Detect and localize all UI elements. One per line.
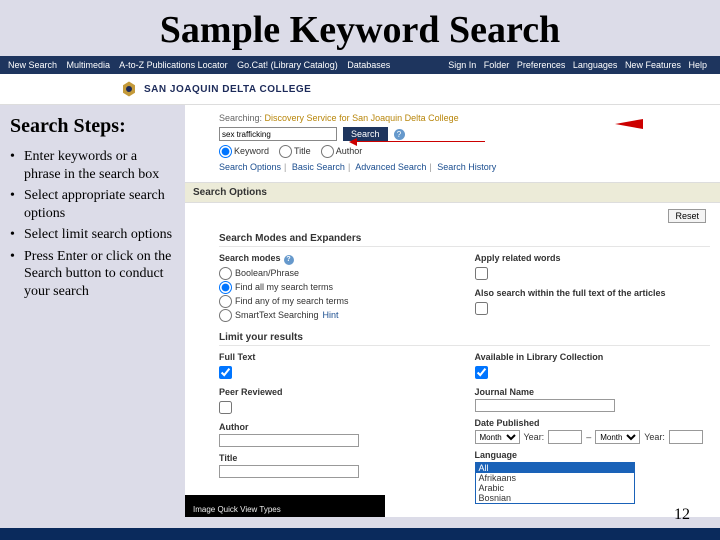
available-checkbox[interactable] xyxy=(475,366,488,379)
hint-link[interactable]: Hint xyxy=(323,310,339,320)
mode-findany[interactable]: Find any of my search terms xyxy=(219,295,455,308)
field-keyword[interactable]: Keyword xyxy=(219,145,269,158)
author-label: Author xyxy=(219,422,455,432)
mode-smarttext[interactable]: SmartText SearchingHint xyxy=(219,309,455,322)
also-fulltext-label: Also search within the full text of the … xyxy=(475,288,711,298)
slide-title: Sample Keyword Search xyxy=(0,0,720,56)
date-from-month[interactable]: Month xyxy=(475,430,520,444)
nav-help[interactable]: Help xyxy=(688,60,707,70)
nav-gocat[interactable]: Go.Cat! (Library Catalog) xyxy=(237,60,338,70)
journal-label: Journal Name xyxy=(475,387,711,397)
title-label: Title xyxy=(219,453,455,463)
lang-arabic: Arabic xyxy=(476,483,634,493)
year-label-2: Year: xyxy=(644,432,665,442)
also-fulltext-checkbox[interactable] xyxy=(475,302,488,315)
top-nav: New Search Multimedia A-to-Z Publication… xyxy=(0,56,720,74)
nav-az-locator[interactable]: A-to-Z Publications Locator xyxy=(119,60,228,70)
author-input[interactable] xyxy=(219,434,359,447)
college-logo-icon xyxy=(120,80,138,98)
available-label: Available in Library Collection xyxy=(475,352,711,362)
field-author[interactable]: Author xyxy=(321,145,363,158)
nav-databases[interactable]: Databases xyxy=(347,60,390,70)
searching-label: Searching: xyxy=(219,113,262,123)
nav-new-search[interactable]: New Search xyxy=(8,60,57,70)
step-3: •Select limit search options xyxy=(10,226,173,244)
lang-bosnian: Bosnian xyxy=(476,493,634,503)
language-label: Language xyxy=(475,450,711,460)
search-options-header: Search Options xyxy=(185,182,720,203)
annotation-arrow-search-icon xyxy=(615,119,643,129)
fulltext-label: Full Text xyxy=(219,352,455,362)
step-1: •Enter keywords or a phrase in the searc… xyxy=(10,148,173,183)
date-to-month[interactable]: Month xyxy=(595,430,640,444)
mode-findall[interactable]: Find all my search terms xyxy=(219,281,455,294)
peer-checkbox[interactable] xyxy=(219,401,232,414)
date-dash: – xyxy=(586,432,591,442)
reset-button[interactable]: Reset xyxy=(668,209,706,223)
date-to-year[interactable] xyxy=(669,430,703,444)
lang-all: All xyxy=(476,463,634,473)
info-icon[interactable]: ? xyxy=(284,255,294,265)
searching-service: Discovery Service for San Joaquin Delta … xyxy=(265,113,459,123)
footer-caption-bar: Image Quick View Types xyxy=(185,495,385,517)
nav-multimedia[interactable]: Multimedia xyxy=(67,60,111,70)
apply-related-checkbox[interactable] xyxy=(475,267,488,280)
datepub-label: Date Published xyxy=(475,418,711,428)
link-basic-search[interactable]: Basic Search xyxy=(292,162,345,172)
mode-boolean[interactable]: Boolean/Phrase xyxy=(219,267,455,280)
peer-label: Peer Reviewed xyxy=(219,387,455,397)
nav-newfeatures[interactable]: New Features xyxy=(625,60,681,70)
annotation-arrow-keyword-icon xyxy=(355,141,485,142)
sidebar-heading: Search Steps: xyxy=(10,115,173,138)
nav-preferences[interactable]: Preferences xyxy=(517,60,566,70)
fulltext-checkbox[interactable] xyxy=(219,366,232,379)
college-name: SAN JOAQUIN DELTA COLLEGE xyxy=(144,84,311,95)
sidebar: Search Steps: •Enter keywords or a phras… xyxy=(0,105,185,517)
step-2: •Select appropriate search options xyxy=(10,187,173,222)
limit-header: Limit your results xyxy=(219,328,710,346)
year-label-1: Year: xyxy=(524,432,545,442)
apply-related-label: Apply related words xyxy=(475,253,711,263)
search-input[interactable] xyxy=(219,127,337,141)
link-advanced-search[interactable]: Advanced Search xyxy=(355,162,426,172)
date-from-year[interactable] xyxy=(548,430,582,444)
journal-input[interactable] xyxy=(475,399,615,412)
nav-folder[interactable]: Folder xyxy=(484,60,510,70)
nav-languages[interactable]: Languages xyxy=(573,60,618,70)
link-search-history[interactable]: Search History xyxy=(437,162,496,172)
language-select[interactable]: All Afrikaans Arabic Bosnian xyxy=(475,462,635,504)
lang-afrikaans: Afrikaans xyxy=(476,473,634,483)
college-bar: SAN JOAQUIN DELTA COLLEGE xyxy=(0,74,720,105)
page-number: 12 xyxy=(674,506,690,524)
modes-header: Search Modes and Expanders xyxy=(219,229,710,247)
step-4: •Press Enter or click on the Search butt… xyxy=(10,248,173,301)
nav-signin[interactable]: Sign In xyxy=(448,60,476,70)
title-input[interactable] xyxy=(219,465,359,478)
search-modes-label: Search modes? xyxy=(219,253,455,265)
search-panel: Searching: Discovery Service for San Joa… xyxy=(185,105,720,517)
field-title[interactable]: Title xyxy=(279,145,311,158)
help-icon[interactable]: ? xyxy=(394,129,405,140)
link-search-options[interactable]: Search Options xyxy=(219,162,281,172)
footer-bar xyxy=(0,528,720,540)
